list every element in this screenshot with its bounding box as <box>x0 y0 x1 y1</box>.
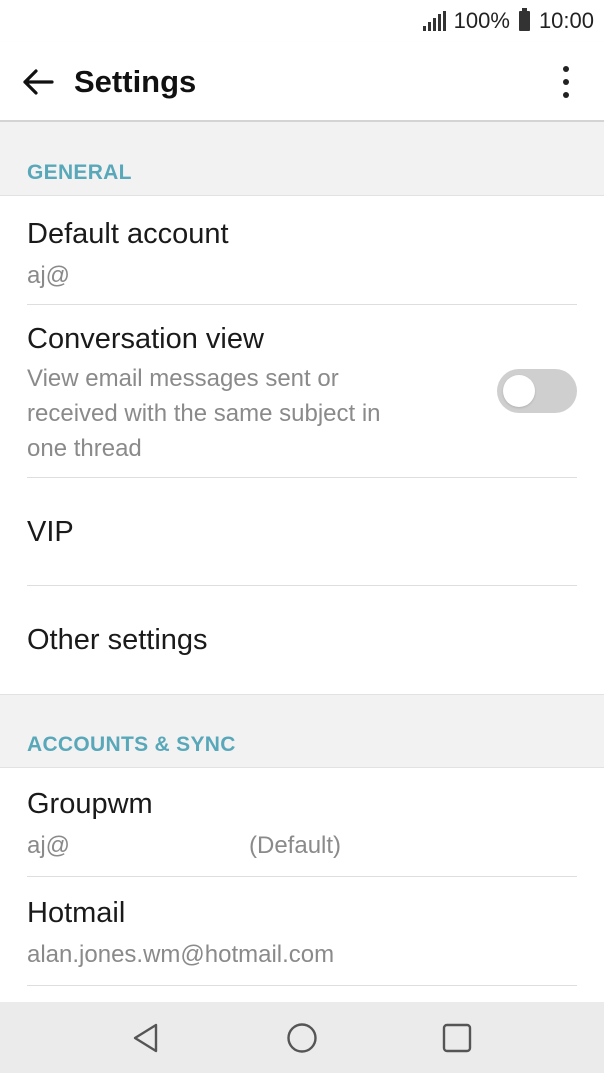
item-title: Other settings <box>27 624 208 656</box>
more-vertical-icon <box>563 66 569 72</box>
status-bar: 100% 10:00 <box>0 0 604 42</box>
item-value: aj@ <box>27 262 71 289</box>
square-recents-icon <box>442 1023 472 1053</box>
item-description: View email messages sent or received wit… <box>27 365 381 462</box>
triangle-back-icon <box>133 1023 158 1053</box>
system-nav-bar <box>0 1002 604 1073</box>
arrow-left-icon <box>23 69 54 95</box>
nav-back-button[interactable] <box>124 1016 168 1060</box>
default-account-item[interactable]: Default account aj@ <box>0 196 604 305</box>
vip-item[interactable]: VIP <box>0 478 604 586</box>
divider <box>27 985 577 986</box>
other-settings-item[interactable]: Other settings <box>0 586 604 694</box>
account-item-hotmail[interactable]: Hotmail alan.jones.wm@hotmail.com <box>0 877 604 986</box>
account-email: aj@ <box>27 832 71 859</box>
section-label: GENERAL <box>27 161 132 184</box>
toggle-knob <box>503 375 535 407</box>
battery-percent: 100% <box>453 8 510 33</box>
settings-list[interactable]: GENERAL Default account aj@ Conversation… <box>0 122 604 1002</box>
status-indicators: 100% 10:00 <box>422 6 594 36</box>
conversation-view-toggle[interactable] <box>497 369 577 413</box>
item-title: Default account <box>27 218 229 250</box>
default-tag: (Default) <box>249 832 342 859</box>
battery-icon <box>518 8 530 31</box>
signal-icon <box>422 11 446 31</box>
item-title: VIP <box>27 516 74 548</box>
nav-recents-button[interactable] <box>435 1016 479 1060</box>
section-header-accounts-sync: ACCOUNTS & SYNC <box>0 694 604 768</box>
account-name: Hotmail <box>27 897 126 929</box>
back-button[interactable] <box>14 58 62 106</box>
account-email: alan.jones.wm@hotmail.com <box>27 941 335 968</box>
more-options-button[interactable] <box>542 58 590 106</box>
app-bar: Settings <box>0 42 604 122</box>
nav-home-button[interactable] <box>280 1016 324 1060</box>
clock: 10:00 <box>538 8 594 33</box>
section-label: ACCOUNTS & SYNC <box>27 733 236 756</box>
item-title: Conversation view <box>27 323 264 355</box>
account-name: Groupwm <box>27 788 153 820</box>
section-header-general: GENERAL <box>0 122 604 196</box>
page-title: Settings <box>74 64 197 99</box>
account-item-groupwm[interactable]: Groupwm aj@ (Default) <box>0 768 604 877</box>
conversation-view-item[interactable]: Conversation view View email messages se… <box>0 305 604 478</box>
circle-home-icon <box>287 1023 317 1053</box>
